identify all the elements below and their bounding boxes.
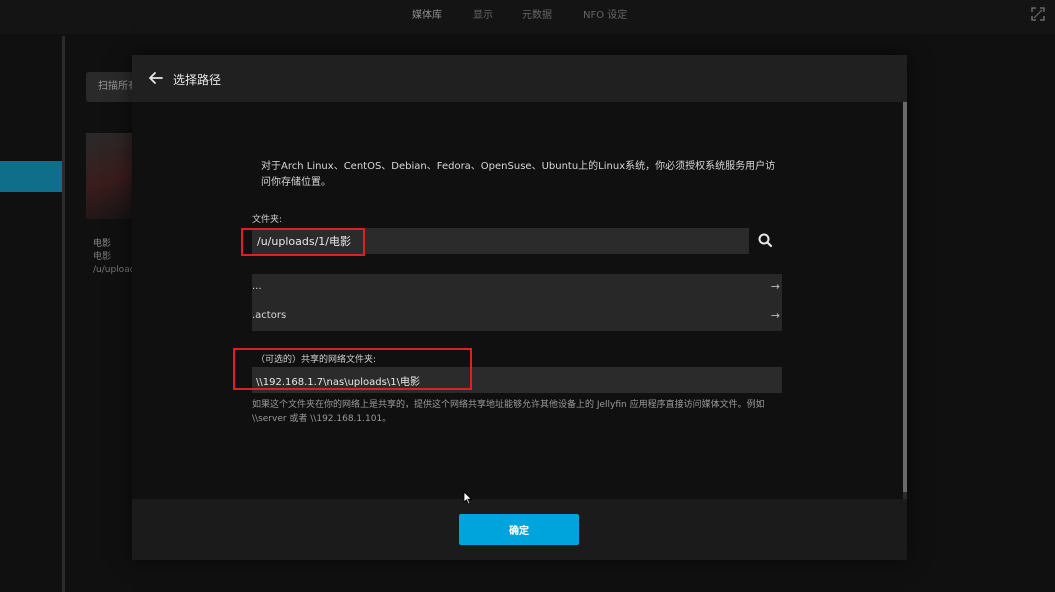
mouse-cursor-icon xyxy=(463,490,473,505)
library-card-poster[interactable] xyxy=(86,133,132,219)
network-share-help: 如果这个文件夹在你的网络上是共享的，提供这个网络共享地址能够允许其他设备上的 J… xyxy=(252,400,765,424)
network-share-input[interactable] xyxy=(252,367,782,393)
arrow-left-icon[interactable] xyxy=(148,70,164,86)
top-nav-bar: 媒体库 显示 元数据 NFO 设定 xyxy=(0,0,1055,34)
ok-button[interactable]: 确定 xyxy=(459,514,579,545)
dialog-title: 选择路径 xyxy=(173,73,222,87)
tab-libraries[interactable]: 媒体库 xyxy=(412,6,442,21)
directory-item-parent[interactable]: ... → xyxy=(252,274,782,302)
tab-metadata[interactable]: 元数据 xyxy=(522,6,552,21)
sidebar-divider xyxy=(62,36,65,592)
fullscreen-icon[interactable] xyxy=(1031,7,1045,21)
tab-nfo-settings[interactable]: NFO 设定 xyxy=(583,6,627,21)
network-share-label: （可选的）共享的网络文件夹: xyxy=(256,355,377,365)
tab-display[interactable]: 显示 xyxy=(473,6,493,21)
folder-path-input[interactable] xyxy=(252,228,749,254)
directory-list: ... → .actors → xyxy=(252,274,782,331)
search-icon[interactable] xyxy=(754,229,778,253)
arrow-right-icon: → xyxy=(770,309,780,322)
sidebar-active-item[interactable] xyxy=(0,161,62,192)
directory-item-actors[interactable]: .actors → xyxy=(252,303,782,331)
permission-notice: 对于Arch Linux、CentOS、Debian、Fedora、OpenSu… xyxy=(261,161,776,188)
dialog-footer: 确定 xyxy=(132,499,907,560)
folder-label: 文件夹: xyxy=(252,215,283,225)
directory-name: .actors xyxy=(252,310,287,321)
arrow-right-icon: → xyxy=(770,280,780,293)
dialog-header: 选择路径 xyxy=(132,55,907,102)
select-path-dialog: 选择路径 对于Arch Linux、CentOS、Debian、Fedora、O… xyxy=(132,55,907,560)
settings-tabs: 媒体库 显示 元数据 NFO 设定 xyxy=(0,0,1055,34)
directory-name: ... xyxy=(252,281,262,292)
dialog-scrollbar[interactable] xyxy=(903,102,907,499)
